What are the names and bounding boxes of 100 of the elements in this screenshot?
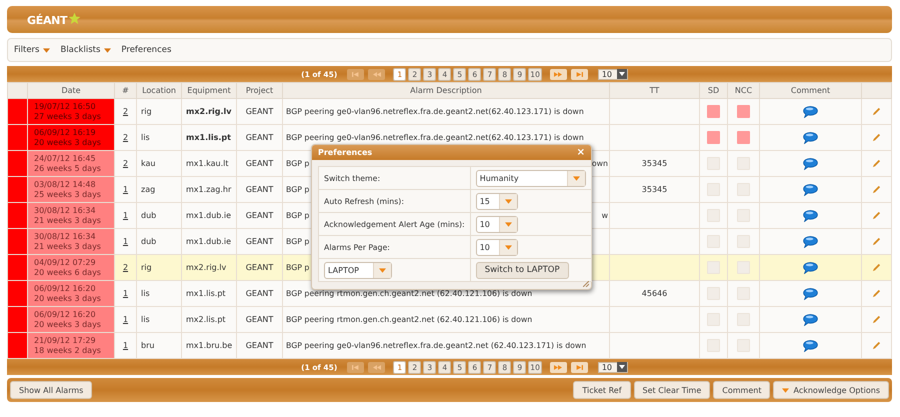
select-field[interactable]: 10 (476, 216, 518, 232)
select-field[interactable]: 10 (476, 238, 518, 256)
count-link[interactable]: 1 (122, 289, 128, 298)
next-page-button[interactable] (550, 68, 567, 80)
caret-icon (379, 268, 386, 272)
equipment-text: mx1.dub.ie (186, 237, 232, 246)
column-header[interactable]: NCC (728, 82, 760, 98)
speech-bubble-icon[interactable] (803, 288, 818, 300)
per-page-select[interactable]: 10 (598, 68, 628, 80)
column-header[interactable]: Project (236, 82, 282, 98)
speech-bubble-icon[interactable] (803, 106, 818, 118)
location-text: dub (141, 211, 156, 220)
fast-forward-icon (554, 72, 562, 76)
caret-icon (43, 48, 50, 52)
action-button[interactable]: Comment (713, 381, 770, 399)
speech-bubble-icon[interactable] (803, 262, 818, 274)
equipment-text: mx1.lis.pt (186, 289, 226, 298)
speech-bubble-icon[interactable] (803, 184, 818, 196)
alarm-age: 20 weeks 6 days (34, 268, 102, 278)
speech-bubble-icon[interactable] (803, 236, 818, 248)
pencil-icon[interactable] (872, 107, 881, 116)
pencil-icon[interactable] (872, 289, 881, 298)
location-text: lis (141, 133, 150, 142)
caret-icon (504, 222, 512, 226)
column-header[interactable]: SD (700, 82, 728, 98)
pencil-icon[interactable] (872, 315, 881, 324)
location-text: kau (141, 159, 156, 168)
sd-checkbox[interactable] (707, 131, 720, 144)
per-page-select[interactable]: 10 (598, 362, 628, 372)
show-all-button[interactable]: Show All Alarms (10, 381, 92, 399)
ncc-checkbox[interactable] (737, 131, 750, 144)
pencil-icon[interactable] (872, 133, 881, 142)
ticket-number: 45646 (642, 289, 668, 298)
action-button[interactable]: Ticket Ref (573, 381, 631, 399)
pencil-icon[interactable] (872, 185, 881, 194)
first-page-button[interactable] (347, 68, 364, 80)
previous-page-button[interactable] (368, 68, 386, 80)
alarm-age: 25 weeks 3 days (34, 190, 102, 200)
resize-grip-icon[interactable] (583, 281, 589, 287)
device-select[interactable]: LAPTOP (324, 262, 392, 278)
select-field[interactable]: Humanity (476, 170, 586, 186)
count-link[interactable]: 1 (122, 211, 128, 220)
equipment-text: mx1.lis.pt (186, 133, 231, 142)
count-link[interactable]: 1 (122, 315, 128, 324)
count-link[interactable]: 2 (122, 133, 128, 142)
column-header[interactable]: # (114, 82, 136, 98)
menu-item[interactable]: Blacklists (60, 45, 112, 55)
last-page-button[interactable] (570, 68, 588, 80)
fast-forward-icon (554, 364, 562, 370)
location-text: rig (141, 107, 152, 116)
pencil-icon[interactable] (872, 211, 881, 220)
alarm-date: 06/09/12 16:20 (34, 310, 97, 320)
count-link[interactable]: 2 (122, 159, 128, 168)
alarm-date: 24/07/12 16:45 (34, 154, 97, 164)
pencil-icon[interactable] (872, 263, 881, 272)
speech-bubble-icon[interactable] (803, 340, 818, 352)
speech-bubble-icon[interactable] (803, 132, 818, 144)
count-link[interactable]: 2 (122, 263, 128, 272)
action-button[interactable]: Acknowledge Options (773, 381, 889, 399)
next-page-button[interactable] (550, 362, 567, 372)
previous-page-button[interactable] (368, 362, 386, 372)
switch-device-button[interactable]: Switch to LAPTOP (476, 262, 569, 278)
project-text: GEANT (246, 315, 274, 324)
speech-bubble-icon[interactable] (803, 314, 818, 326)
equipment-text: mx2.lis.pt (186, 315, 226, 324)
count-link[interactable]: 1 (122, 237, 128, 246)
count-link[interactable]: 2 (122, 107, 128, 116)
alarm-date: 06/09/12 16:20 (34, 284, 97, 294)
action-button[interactable]: Set Clear Time (634, 381, 710, 399)
column-header[interactable]: Alarm Description (282, 82, 610, 98)
count-link[interactable]: 1 (122, 341, 128, 350)
select-field[interactable]: 15 (476, 192, 518, 210)
menu-item[interactable]: Preferences (121, 45, 172, 55)
location-text: rig (141, 263, 152, 272)
first-page-button[interactable] (347, 362, 364, 372)
last-page-button[interactable] (570, 362, 588, 372)
speech-bubble-icon[interactable] (803, 210, 818, 222)
column-header[interactable]: Equipment (182, 82, 236, 98)
sd-checkbox[interactable] (707, 105, 720, 118)
pencil-icon[interactable] (872, 159, 881, 168)
count-link[interactable]: 1 (122, 185, 128, 194)
column-header[interactable]: Comment (760, 82, 862, 98)
project-text: GEANT (246, 159, 274, 168)
alarm-date: 21/09/12 17:29 (34, 336, 97, 346)
pencil-icon[interactable] (872, 237, 881, 246)
column-header[interactable]: Date (28, 82, 114, 98)
menu-item[interactable]: Filters (14, 45, 50, 55)
project-text: GEANT (246, 133, 274, 142)
equipment-text: mx1.zag.hr (186, 185, 232, 194)
ncc-checkbox[interactable] (737, 105, 750, 118)
dialog-title: Preferences (318, 148, 372, 157)
alarm-age: 21 weeks 3 days (34, 242, 102, 252)
column-header[interactable]: Location (136, 82, 182, 98)
column-header[interactable]: TT (610, 82, 700, 98)
speech-bubble-icon[interactable] (803, 158, 818, 170)
alarm-age: 26 weeks 5 days (34, 164, 102, 174)
equipment-text: mx2.rig.lv (186, 107, 232, 116)
alarm-age: 18 weeks 2 days (34, 346, 102, 356)
alarm-date: 30/08/12 16:34 (34, 206, 97, 216)
pencil-icon[interactable] (872, 341, 881, 350)
